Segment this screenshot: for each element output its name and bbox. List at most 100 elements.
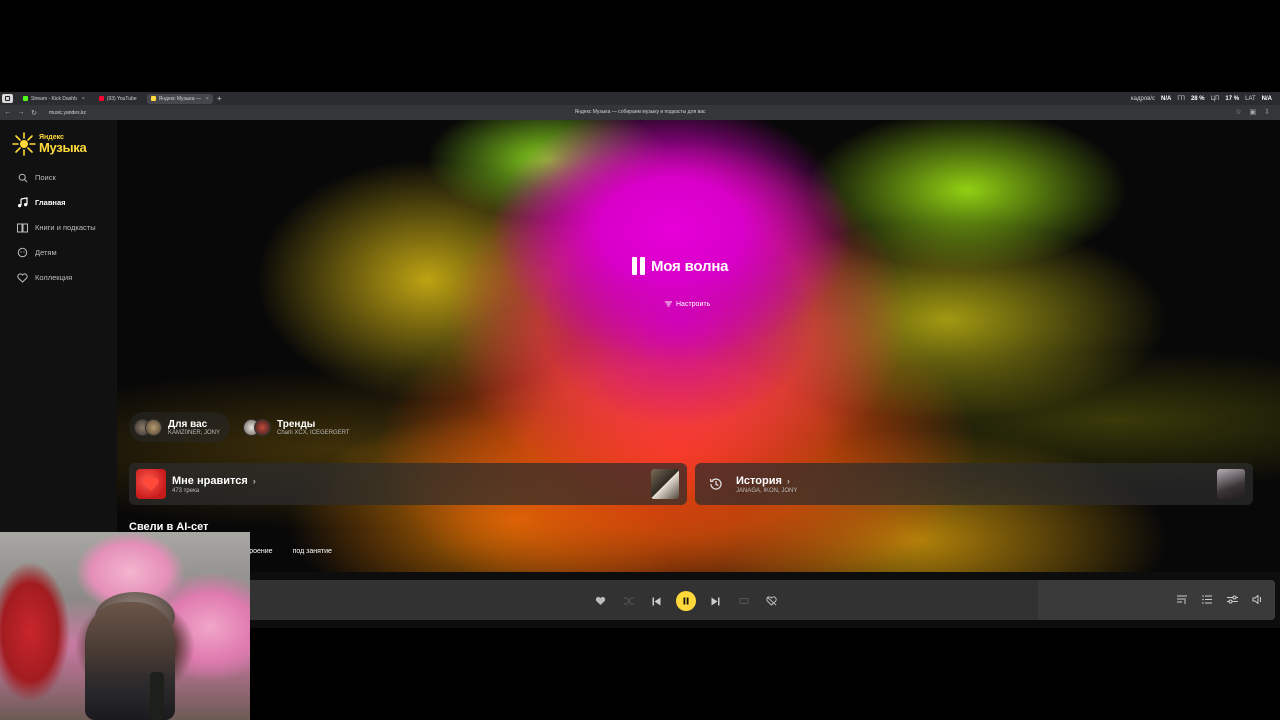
history-title: История <box>736 474 782 487</box>
logo-big-text: Музыка <box>39 140 87 155</box>
stat-label: ЦП <box>1210 95 1220 102</box>
sidebar-item-label: Книги и подкасты <box>35 223 96 232</box>
liked-count: 473 трека <box>172 487 200 494</box>
book-icon <box>17 222 28 233</box>
tab-label: (93) YouTube <box>106 95 137 102</box>
dislike-icon <box>766 596 777 606</box>
like-button[interactable] <box>592 593 609 610</box>
volume-button[interactable] <box>1250 592 1264 606</box>
tune-wave-label: Настроить <box>676 300 711 308</box>
volume-icon <box>1252 594 1261 604</box>
history-icon <box>702 470 730 498</box>
chevron-right-icon: › <box>252 475 256 486</box>
tab-label: Stream - Kick Dashb <box>31 95 77 102</box>
chip-subtitle: KAMZ0NER, JONY <box>168 429 221 436</box>
queue-icon <box>1202 594 1212 604</box>
repeat-button[interactable] <box>735 593 752 610</box>
player-extra-controls <box>1175 592 1264 606</box>
yandex-music-favicon-icon <box>150 96 156 101</box>
stat-value: 17 % <box>1225 95 1240 102</box>
music-note-icon <box>17 197 28 208</box>
avatar <box>254 418 272 436</box>
queue-button[interactable] <box>1200 592 1214 606</box>
stat-label: ГП <box>1177 95 1185 102</box>
kids-icon <box>17 247 28 258</box>
close-tab-icon[interactable]: × <box>82 96 85 102</box>
close-tab-icon[interactable]: × <box>206 96 209 102</box>
downloads-icon[interactable]: ⇩ <box>1264 108 1270 116</box>
chip-for-you[interactable]: Для вас KAMZ0NER, JONY <box>129 412 231 442</box>
heart-icon <box>17 272 28 283</box>
shuffle-button[interactable] <box>620 593 637 610</box>
album-thumbnail <box>651 469 679 499</box>
my-wave-header[interactable]: Моя волна <box>632 257 729 275</box>
previous-button[interactable] <box>648 593 665 610</box>
lyrics-icon <box>1177 595 1187 604</box>
avatar-group <box>243 418 272 436</box>
stat-value: N/A <box>1261 95 1272 102</box>
browser-tab-youtube[interactable]: (93) YouTube <box>95 94 141 104</box>
previous-icon <box>652 597 661 605</box>
lyrics-button[interactable] <box>1175 592 1189 606</box>
repeat-icon <box>739 598 748 604</box>
liked-tracks-card[interactable]: Мне нравится › 473 трека <box>129 463 687 505</box>
tab-label: Яндекс Музыка — <box>158 95 201 102</box>
window-icon <box>5 96 10 101</box>
sidebar-item-books-podcasts[interactable]: Книги и подкасты <box>17 215 96 240</box>
sidebar-item-label: Главная <box>35 198 66 207</box>
new-tab-button[interactable]: + <box>217 94 222 103</box>
bookmark-icon[interactable]: ☆ <box>1235 108 1241 116</box>
pause-icon <box>683 597 689 605</box>
stat-label: кадров/с <box>1130 95 1156 102</box>
stat-value: N/A <box>1161 95 1172 102</box>
sidebar-item-label: Детям <box>35 248 57 257</box>
sidebar-item-collection[interactable]: Коллекция <box>17 265 96 290</box>
album-thumbnail <box>1217 469 1245 499</box>
yandex-music-logo[interactable]: Яндекс Музыка <box>12 132 87 156</box>
sidebar-item-label: Коллекция <box>35 273 73 282</box>
ai-tab-activity[interactable]: под занятие <box>293 548 332 555</box>
chevron-right-icon: › <box>786 475 790 486</box>
youtube-favicon-icon <box>98 96 104 101</box>
logo-text: Яндекс Музыка <box>39 134 87 155</box>
liked-title: Мне нравится <box>172 474 248 487</box>
sidebar-menu: Поиск Главная Книги и подкасты Детям Кол… <box>17 165 96 290</box>
dislike-button[interactable] <box>763 593 780 610</box>
browser-tab-bar: Stream - Kick Dashb × (93) YouTube Яндек… <box>0 92 1280 105</box>
filter-icon <box>665 301 672 307</box>
sidebar-item-kids[interactable]: Детям <box>17 240 96 265</box>
mix-chips: Для вас KAMZ0NER, JONY Тренды Charli XCX… <box>129 412 360 442</box>
avatar-group <box>134 418 162 436</box>
browser-tab-yandex-music[interactable]: Яндекс Музыка — × <box>146 93 213 104</box>
kick-favicon-icon <box>23 96 28 101</box>
performance-overlay: кадров/с N/A ГП 28 % ЦП 17 % LAT N/A <box>1131 92 1272 105</box>
sidebar-item-label: Поиск <box>35 173 56 182</box>
sidebar-item-search[interactable]: Поиск <box>17 165 96 190</box>
chip-title: Для вас <box>168 418 208 430</box>
play-pause-button[interactable] <box>676 591 696 611</box>
main-content: Моя волна Настроить Для вас KAMZ0NER, JO… <box>117 120 1280 572</box>
liked-cover <box>136 469 166 499</box>
webcam-bottle <box>150 672 164 720</box>
chip-trends[interactable]: Тренды Charli XCX, ICEGERGERT <box>238 412 360 442</box>
search-icon <box>17 172 28 183</box>
tune-wave-button[interactable]: Настроить <box>657 296 718 312</box>
card-title: Мне нравится › <box>172 475 256 487</box>
browser-tab-kick[interactable]: Stream - Kick Dashb × <box>19 94 89 104</box>
window-menu-button[interactable] <box>2 94 13 103</box>
page-title: Яндекс Музыка — собираем музыку и подкас… <box>574 109 706 115</box>
next-button[interactable] <box>707 593 724 610</box>
next-icon <box>711 597 720 605</box>
sun-logo-icon <box>12 132 36 156</box>
stat-value: 28 % <box>1190 95 1205 102</box>
extensions-icon[interactable]: ▣ <box>1250 108 1257 116</box>
heart-icon <box>595 596 606 605</box>
sidebar-item-home[interactable]: Главная <box>17 190 96 215</box>
webcam-overlay <box>0 532 250 720</box>
avatar <box>145 418 162 436</box>
shortcut-cards: Мне нравится › 473 трека История › JANAGA,… <box>129 463 1254 505</box>
history-card[interactable]: История › JANAGA, IKON, JONY <box>695 463 1253 505</box>
equalizer-button[interactable] <box>1225 592 1239 606</box>
pause-icon[interactable] <box>632 257 645 275</box>
stat-label: LAT <box>1245 95 1256 102</box>
